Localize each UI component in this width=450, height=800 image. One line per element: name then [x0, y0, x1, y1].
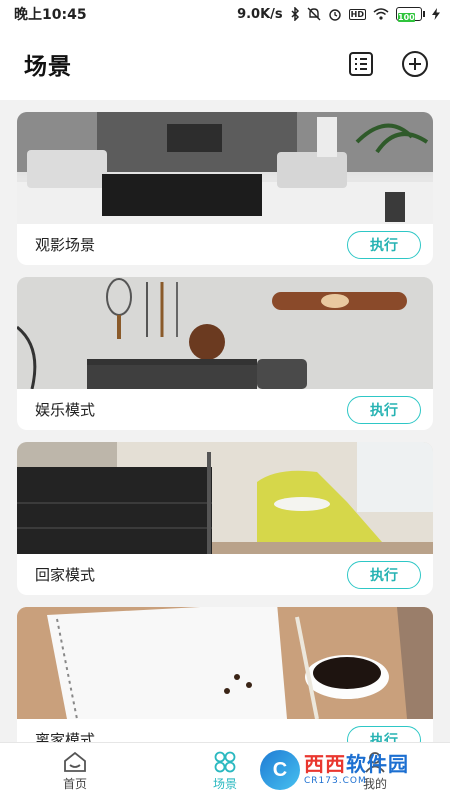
watermark-logo: C	[260, 750, 300, 790]
watermark-main-a: 西西	[304, 752, 346, 776]
scene-card-footer: 娱乐模式 执行	[17, 389, 433, 430]
plus-circle-icon	[402, 51, 428, 77]
scene-card-footer: 观影场景 执行	[17, 224, 433, 265]
header-actions	[346, 49, 430, 79]
scene-list-button[interactable]	[346, 49, 376, 79]
tab-scene-label: 场景	[212, 777, 237, 791]
hd-icon: HD	[348, 8, 366, 20]
list-icon	[349, 52, 373, 76]
scene-list[interactable]: 观影场景 执行 娱乐模式 执行 回家模式 执行 离家模式 执行	[0, 100, 450, 742]
charging-icon	[432, 8, 440, 20]
bedroom-photo	[17, 442, 433, 554]
scene-name: 娱乐模式	[35, 401, 96, 419]
living-room-photo	[17, 112, 433, 224]
status-icons: 9.0K/s HD 100	[237, 7, 440, 22]
tab-home-label: 首页	[62, 777, 87, 791]
bluetooth-icon	[291, 7, 299, 21]
status-time: 晚上10:45	[14, 7, 87, 23]
page-header: 场景	[0, 28, 450, 100]
scene-card-footer: 离家模式 执行	[17, 719, 433, 742]
scene-card-footer: 回家模式 执行	[17, 554, 433, 595]
tab-home[interactable]: 首页	[0, 743, 150, 800]
watermark-main-b: 软件园	[346, 752, 409, 776]
execute-button[interactable]: 执行	[347, 725, 421, 742]
execute-button[interactable]: 执行	[347, 395, 421, 424]
scene-card[interactable]: 回家模式 执行	[17, 442, 433, 595]
sports-wall-photo	[17, 277, 433, 389]
add-scene-button[interactable]	[400, 49, 430, 79]
home-icon	[64, 751, 86, 772]
battery-level: 100	[398, 13, 415, 22]
watermark-sub: CR173.COM	[304, 776, 367, 786]
scene-icon	[214, 751, 236, 773]
execute-button[interactable]: 执行	[347, 560, 421, 589]
scene-name: 回家模式	[35, 566, 96, 584]
scene-name: 离家模式	[35, 731, 96, 742]
notebook-coffee-photo	[17, 607, 433, 719]
status-bar: 晚上10:45 9.0K/s HD 100	[0, 0, 450, 28]
alarm-icon	[328, 9, 341, 21]
battery-icon: 100	[396, 7, 425, 22]
scene-name: 观影场景	[35, 236, 96, 254]
mute-icon	[307, 7, 321, 21]
scene-card[interactable]: 观影场景 执行	[17, 112, 433, 265]
scene-card[interactable]: 娱乐模式 执行	[17, 277, 433, 430]
network-speed: 9.0K/s	[237, 6, 283, 22]
execute-button[interactable]: 执行	[347, 230, 421, 259]
scene-card[interactable]: 离家模式 执行	[17, 607, 433, 742]
wifi-icon	[373, 8, 389, 20]
page-title: 场景	[24, 54, 72, 80]
watermark: C 西西软件园 CR173.COM	[260, 750, 436, 790]
